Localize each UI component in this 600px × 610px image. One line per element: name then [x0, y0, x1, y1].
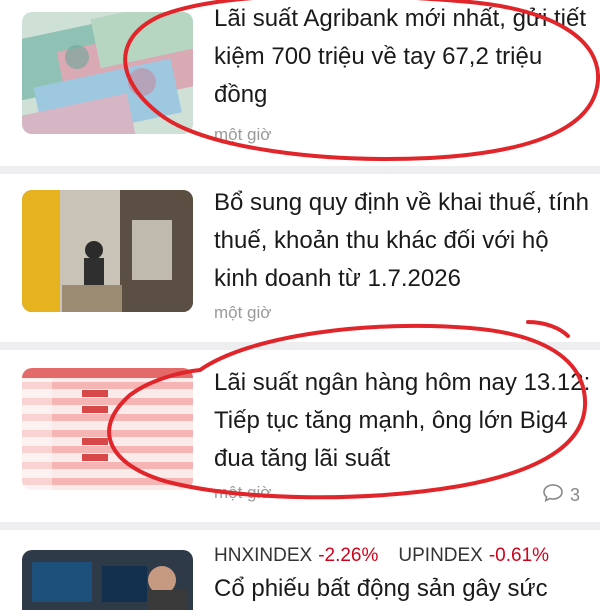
divider — [0, 522, 600, 530]
divider — [0, 166, 600, 174]
article-thumbnail[interactable] — [22, 190, 193, 312]
article-item-agribank[interactable]: Lãi suất Agribank mới nhất, gửi tiết kiệ… — [0, 0, 600, 172]
article-title[interactable]: Cổ phiếu bất động sản gây sức — [214, 570, 594, 608]
article-item-bank-rates[interactable]: Lãi suất ngân hàng hôm nay 13.12: Tiếp t… — [0, 350, 600, 522]
comments-count-label: 3 — [569, 485, 580, 505]
ticker-change: -0.61% — [488, 545, 550, 566]
ticker-upindex[interactable]: UPINDEX -0.61% — [398, 545, 549, 567]
ticker-change: -2.26% — [318, 545, 379, 566]
article-item-tax-rules[interactable]: Bổ sung quy định về khai thuế, tính thuế… — [0, 174, 600, 346]
article-title[interactable]: Lãi suất Agribank mới nhất, gửi tiết kiệ… — [214, 0, 594, 114]
article-thumbnail[interactable] — [22, 368, 193, 490]
comment-bubble-icon — [542, 483, 564, 508]
ticker-hnx[interactable]: HNXINDEX -2.26% — [214, 545, 378, 567]
article-thumbnail[interactable] — [22, 550, 193, 610]
article-title[interactable]: Bổ sung quy định về khai thuế, tính thuế… — [214, 184, 594, 298]
article-title[interactable]: Lãi suất ngân hàng hôm nay 13.12: Tiếp t… — [214, 364, 594, 478]
ticker-name: HNXINDEX — [214, 545, 313, 566]
ticker-name: UPINDEX — [398, 545, 483, 566]
article-time: một giờ — [214, 303, 272, 322]
article-time: một giờ — [214, 483, 272, 502]
market-ticker[interactable]: HNXINDEX -2.26% UPINDEX -0.61% — [214, 545, 549, 567]
article-time: một giờ — [214, 125, 272, 144]
article-thumbnail[interactable] — [22, 12, 193, 134]
comments-count[interactable]: 3 — [542, 483, 580, 508]
divider — [0, 342, 600, 350]
